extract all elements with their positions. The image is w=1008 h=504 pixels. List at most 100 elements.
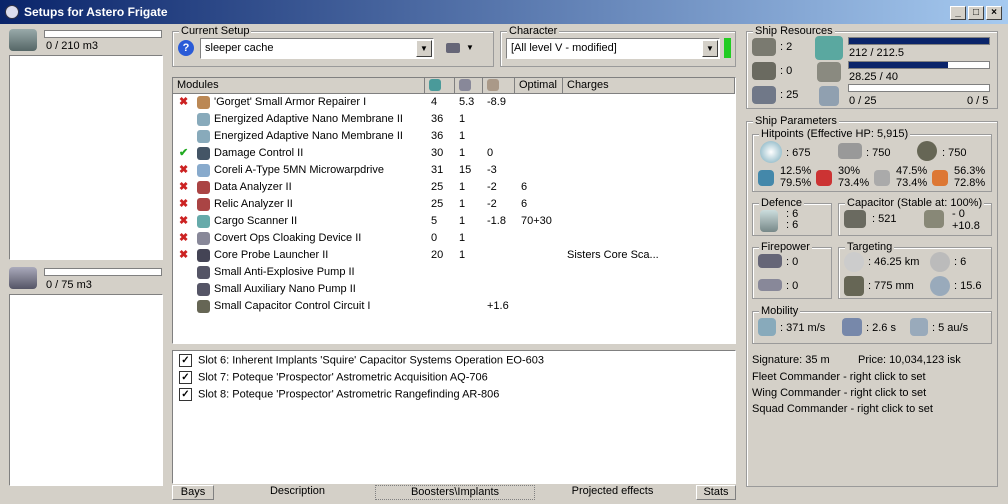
drone-bay-list[interactable] (9, 294, 163, 486)
chevron-down-icon: ▼ (416, 40, 432, 57)
em-shield-resist: 12.5% (780, 165, 812, 177)
module-cap: -2 (487, 181, 497, 193)
module-icon (197, 113, 210, 126)
thermal-resists: 30% 73.4% (838, 165, 869, 189)
kinetic-resist-icon (874, 170, 890, 186)
module-name: Relic Analyzer II (214, 198, 293, 210)
module-name: Energized Adaptive Nano Membrane II (214, 130, 403, 142)
module-name: Energized Adaptive Nano Membrane II (214, 113, 403, 125)
title-bar: Setups for Astero Frigate _ □ × (0, 0, 1008, 24)
module-row[interactable]: ✖ Core Probe Launcher II 20 1 Sisters Core S… (173, 247, 735, 264)
module-pg: 15 (459, 164, 472, 176)
cargo-bay-list[interactable] (9, 55, 163, 260)
tab-description[interactable]: Description (250, 485, 345, 500)
warp-speed-icon (910, 318, 928, 336)
module-cpu: 4 (431, 96, 438, 108)
drone-bay-progress (44, 268, 162, 276)
cpu-column-header[interactable] (425, 78, 455, 94)
setup-dropdown[interactable]: sleeper cache ▼ (200, 38, 434, 59)
module-icon (197, 283, 210, 296)
module-row[interactable]: ✖ Data Analyzer II 25 1 -2 6 (173, 179, 735, 196)
module-row[interactable]: Small Auxiliary Nano Pump II (173, 281, 735, 298)
maximize-button[interactable]: □ (968, 6, 984, 20)
cpu-icon (815, 36, 843, 60)
wing-commander-slot[interactable]: Wing Commander - right click to set (752, 387, 926, 399)
fleet-commander-slot[interactable]: Fleet Commander - right click to set (752, 371, 926, 383)
module-row[interactable]: ✖ Cargo Scanner II 5 1 -1.8 70+30 (173, 213, 735, 230)
help-icon[interactable]: ? (178, 40, 194, 56)
launcher-hardpoint-icon (752, 62, 776, 80)
setup-menu-button[interactable]: ▼ (444, 40, 476, 58)
modules-header[interactable]: Modules (173, 78, 425, 94)
module-row[interactable]: Small Capacitor Control Circuit I +1.6 (173, 298, 735, 315)
close-button[interactable]: × (986, 6, 1002, 20)
drone-bandwidth-icon (819, 86, 839, 106)
tab-stats[interactable]: Stats (696, 485, 736, 500)
sensor-strength: : 15.6 (954, 280, 982, 292)
module-cpu: 36 (431, 130, 444, 142)
module-row[interactable]: ✖ Covert Ops Cloaking Device II 0 1 (173, 230, 735, 247)
squad-commander-slot[interactable]: Squad Commander - right click to set (752, 403, 933, 415)
module-icon (197, 232, 210, 245)
velocity-icon (758, 318, 776, 336)
tab-boosters-implants[interactable]: Boosters\Implants (375, 485, 535, 500)
implant-item[interactable]: ✓ Slot 6: Inherent Implants 'Squire' Capa… (179, 354, 544, 367)
module-offline-icon[interactable]: ✖ (179, 162, 188, 179)
character-dropdown[interactable]: [All level V - modified] ▼ (506, 38, 720, 59)
implant-item[interactable]: ✓ Slot 8: Poteque 'Prospector' Astrometri… (179, 388, 499, 401)
charges-column-header[interactable]: Charges (563, 78, 735, 94)
cpu-value: 212 / 212.5 (849, 47, 905, 59)
scan-resolution-icon (844, 276, 864, 296)
module-cap: +1.6 (487, 300, 509, 312)
module-name: Cargo Scanner II (214, 215, 298, 227)
module-online-icon[interactable]: ✔ (179, 145, 188, 162)
module-offline-icon[interactable]: ✖ (179, 94, 188, 111)
max-targets: : 6 (954, 256, 967, 268)
module-row[interactable]: Small Anti-Explosive Pump II (173, 264, 735, 281)
module-pg: 1 (459, 232, 466, 244)
tab-projected-effects[interactable]: Projected effects (560, 485, 665, 500)
module-row[interactable]: ✖ 'Gorget' Small Armor Repairer I 4 5.3 -8.9 (173, 94, 735, 111)
module-offline-icon[interactable]: ✖ (179, 213, 188, 230)
module-row[interactable]: ✖ Relic Analyzer II 25 1 -2 6 (173, 196, 735, 213)
module-offline-icon[interactable]: ✖ (179, 230, 188, 247)
calibration-icon (752, 86, 776, 104)
modules-table[interactable]: Modules Optimal Charges ✖ 'Gorget' Small … (172, 77, 736, 344)
minimize-button[interactable]: _ (950, 6, 966, 20)
implant-checkbox[interactable]: ✓ (179, 371, 192, 384)
implant-label: Slot 7: Poteque 'Prospector' Astrometric… (198, 371, 488, 384)
cpu-bar (848, 37, 990, 45)
module-cpu: 20 (431, 249, 444, 261)
capacitor-column-header[interactable] (483, 78, 515, 94)
align-time: : 2.6 s (866, 322, 896, 334)
module-row[interactable]: ✖ Coreli A-Type 5MN Microwarpdrive 31 15 -3 (173, 162, 735, 179)
module-row[interactable]: Energized Adaptive Nano Membrane II 36 1 (173, 111, 735, 128)
optimal-column-header[interactable]: Optimal (515, 78, 563, 94)
module-row[interactable]: Energized Adaptive Nano Membrane II 36 1 (173, 128, 735, 145)
module-offline-icon[interactable]: ✖ (179, 247, 188, 264)
implant-checkbox[interactable]: ✓ (179, 388, 192, 401)
drone-bandwidth-value: 0 / 25 (849, 95, 877, 107)
module-pg: 1 (459, 130, 466, 142)
implant-checkbox[interactable]: ✓ (179, 354, 192, 367)
structure-icon (917, 141, 937, 161)
module-offline-icon[interactable]: ✖ (179, 179, 188, 196)
powergrid-bar-fill (849, 62, 948, 68)
module-row[interactable]: ✔ Damage Control II 30 1 0 (173, 145, 735, 162)
implants-list[interactable]: ✓ Slot 6: Inherent Implants 'Squire' Capa… (172, 350, 736, 484)
scan-resolution: : 775 mm (868, 280, 914, 292)
turret-damage-icon (758, 254, 782, 268)
module-name: Damage Control II (214, 147, 304, 159)
module-cpu: 25 (431, 198, 444, 210)
tab-bays[interactable]: Bays (172, 485, 214, 500)
cpu-icon (429, 79, 441, 92)
current-setup-label: Current Setup (179, 25, 252, 37)
module-offline-icon[interactable]: ✖ (179, 196, 188, 213)
powergrid-column-header[interactable] (455, 78, 483, 94)
module-icon (197, 147, 210, 160)
launcher-hardpoints: : 0 (780, 65, 793, 77)
module-icon (197, 164, 210, 177)
cargo-bay-label: 0 / 210 m3 (46, 40, 98, 52)
implant-item[interactable]: ✓ Slot 7: Poteque 'Prospector' Astrometri… (179, 371, 488, 384)
module-pg: 1 (459, 147, 466, 159)
